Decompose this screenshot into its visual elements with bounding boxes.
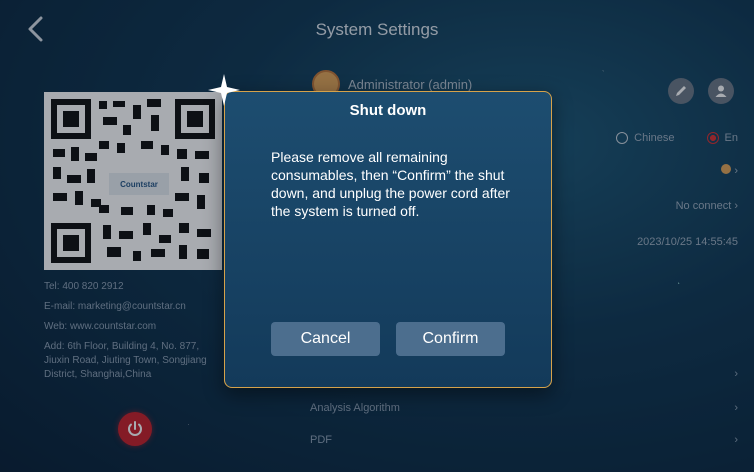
cancel-button[interactable]: Cancel [271, 322, 380, 356]
dialog-message: Please remove all remaining consumables,… [271, 149, 510, 219]
confirm-button[interactable]: Confirm [396, 322, 505, 356]
shutdown-dialog: Shut down Please remove all remaining co… [224, 91, 552, 388]
dialog-title: Shut down [349, 102, 427, 119]
sparkle-icon [208, 74, 240, 106]
